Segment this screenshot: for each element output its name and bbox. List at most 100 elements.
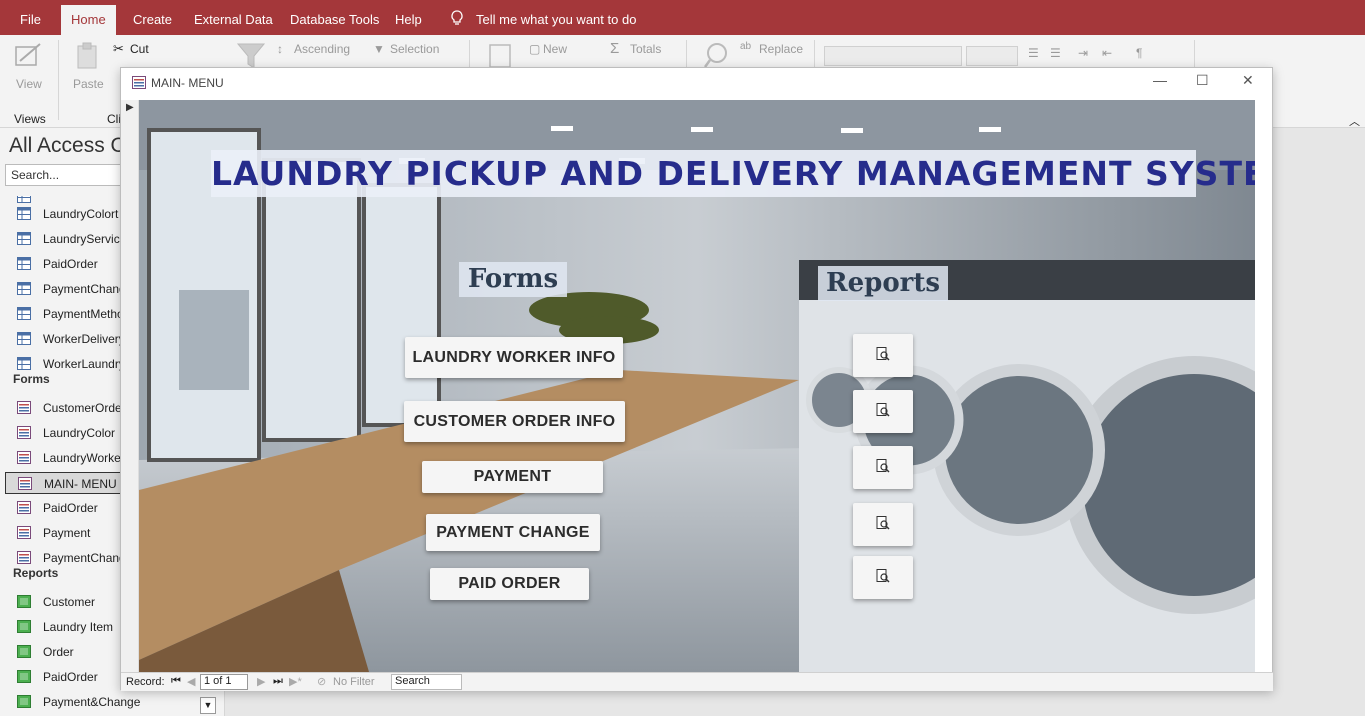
laundry-worker-info-button[interactable]: LAUNDRY WORKER INFO [405, 337, 623, 378]
minimize-icon[interactable]: — [1153, 72, 1167, 88]
outdent-icon[interactable]: ⇤ [1102, 46, 1112, 60]
nav-item-label: LaundryColor [43, 426, 116, 440]
nav-item-label: Payment&Change [43, 695, 141, 709]
table-icon [17, 332, 31, 345]
no-filter-icon: ⊘ [317, 676, 327, 688]
report-icon [17, 645, 31, 658]
current-record-field[interactable]: 1 of 1 [200, 674, 248, 690]
selection-button[interactable]: Selection [390, 42, 439, 56]
nav-item-label: MAIN- MENU [44, 477, 117, 491]
paste-button[interactable]: Paste [73, 77, 104, 91]
cut-button[interactable]: Cut [130, 42, 149, 56]
payment-button[interactable]: PAYMENT [422, 461, 603, 493]
title-banner: LAUNDRY PICKUP AND DELIVERY MANAGEMENT S… [211, 150, 1255, 197]
previous-record-icon[interactable]: ◀ [187, 675, 195, 688]
tab-external-data[interactable]: External Data [194, 0, 273, 35]
replace-icon: ab [740, 41, 752, 52]
nav-title[interactable]: All Access O [9, 134, 127, 158]
chevron-down-icon[interactable]: ▼ [200, 697, 216, 714]
nav-item-label: PaymentChang [43, 551, 126, 565]
maximize-icon[interactable]: ☐ [1196, 72, 1209, 89]
nav-item-label: Laundry Item [43, 620, 114, 634]
nav-group-reports[interactable]: Reports [13, 566, 58, 580]
table-icon [17, 282, 31, 295]
report-preview-icon [876, 459, 890, 473]
numbering-icon[interactable]: ☰ [1050, 46, 1061, 60]
nav-item-label: LaundryWorke [43, 451, 121, 465]
payment-change-button[interactable]: PAYMENT CHANGE [426, 514, 600, 551]
no-filter-button[interactable]: No Filter [333, 676, 375, 688]
customer-order-info-button[interactable]: CUSTOMER ORDER INFO [404, 401, 625, 442]
form-icon [17, 551, 31, 564]
form-icon [132, 76, 146, 89]
views-group-label: Views [14, 112, 46, 126]
nav-item-label: LaundryColort [43, 207, 119, 221]
nav-item-label: PaidOrder [43, 670, 98, 684]
find-icon [703, 43, 727, 68]
totals-icon: Σ [610, 40, 620, 57]
close-icon[interactable]: ✕ [1242, 72, 1254, 89]
report-preview-icon [876, 403, 890, 417]
first-record-icon[interactable]: ⏮ [171, 675, 181, 688]
table-icon [17, 307, 31, 320]
tab-home[interactable]: Home [61, 0, 116, 35]
nav-item-label: WorkerLaundry [43, 357, 125, 371]
new-record-button[interactable]: New [543, 42, 567, 56]
selection-filter-icon: ▼ [373, 42, 385, 56]
customer-report-preview-button[interactable] [853, 334, 913, 377]
record-label: Record: [126, 676, 165, 688]
text-direction-icon[interactable]: ¶ [1136, 46, 1142, 60]
system-title: LAUNDRY PICKUP AND DELIVERY MANAGEMENT S… [211, 154, 1255, 193]
nav-item-label: Customer [43, 595, 96, 609]
record-search-input[interactable]: Search [391, 674, 462, 690]
last-record-icon[interactable]: ⏭ [273, 675, 283, 688]
record-selector[interactable]: ▶ [121, 100, 139, 672]
font-size-combo[interactable] [966, 46, 1018, 66]
font-name-combo[interactable] [824, 46, 962, 66]
paid-order-report-preview-button[interactable] [853, 503, 913, 546]
form-icon [17, 451, 31, 464]
new-blank-record-icon[interactable]: ▶* [289, 675, 302, 688]
form-icon [17, 401, 31, 414]
nav-report-item[interactable]: Payment&Change [5, 691, 215, 713]
paid-order-button[interactable]: PAID ORDER [430, 568, 589, 600]
indent-icon[interactable]: ⇥ [1078, 46, 1088, 60]
bullets-icon[interactable]: ☰ [1028, 46, 1039, 60]
form-canvas: LAUNDRY PICKUP AND DELIVERY MANAGEMENT S… [139, 100, 1255, 672]
nav-item-label: PaidOrder [43, 257, 98, 271]
tab-help[interactable]: Help [395, 0, 422, 35]
view-button[interactable]: View [16, 77, 42, 91]
nav-item-label: CustomerOrde [43, 401, 122, 415]
nav-item-label: WorkerDelivery [43, 332, 125, 346]
nav-group-forms[interactable]: Forms [13, 372, 50, 386]
tab-file[interactable]: File [20, 0, 41, 35]
next-record-icon[interactable]: ▶ [257, 675, 265, 688]
report-icon [17, 620, 31, 633]
ascending-button[interactable]: Ascending [294, 42, 350, 56]
laundry-item-report-preview-button[interactable] [853, 390, 913, 433]
sort-ascending-icon: ↕ [277, 42, 283, 56]
tab-database-tools[interactable]: Database Tools [290, 0, 379, 35]
replace-button[interactable]: Replace [759, 42, 803, 56]
forms-section-label: Forms [459, 262, 567, 297]
form-icon [17, 501, 31, 514]
collapse-ribbon-icon[interactable]: ︿ [1349, 113, 1360, 129]
table-icon [17, 207, 31, 220]
nav-item-label: PaymentMetho [43, 307, 124, 321]
payment-change-report-preview-button[interactable] [853, 556, 913, 599]
totals-button[interactable]: Totals [630, 42, 661, 56]
form-icon [17, 426, 31, 439]
new-record-icon: ▢ [529, 42, 541, 56]
order-report-preview-button[interactable] [853, 446, 913, 489]
scissors-icon: ✂ [113, 41, 124, 56]
table-icon [17, 257, 31, 270]
tell-me-search[interactable]: Tell me what you want to do [476, 0, 636, 35]
nav-item-label: PaidOrder [43, 501, 98, 515]
paste-icon [77, 42, 97, 69]
form-window: MAIN- MENU — ☐ ✕ ▶ LAUNDRY PICKUP AND DE… [120, 67, 1273, 691]
clipboard-group-label: Cli [107, 112, 121, 126]
view-icon [15, 43, 41, 66]
form-icon [18, 477, 32, 490]
tab-create[interactable]: Create [133, 0, 172, 35]
report-preview-icon [876, 347, 890, 361]
